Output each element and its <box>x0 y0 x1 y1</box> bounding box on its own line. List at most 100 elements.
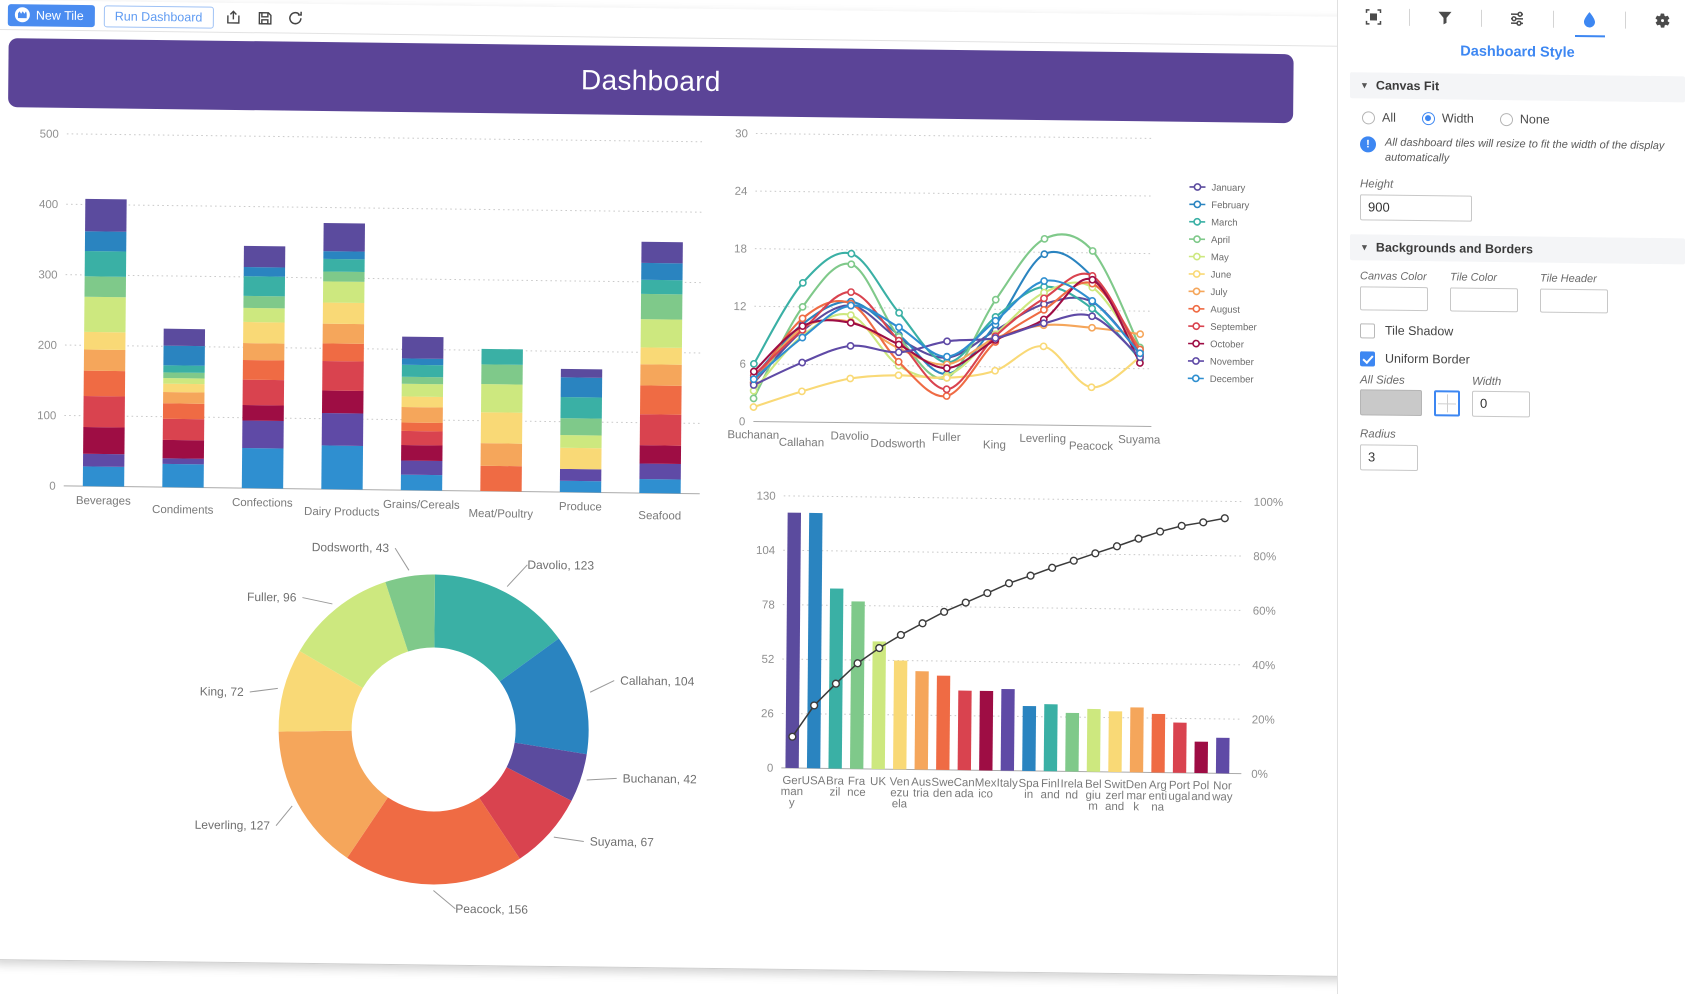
radio-canvas-fit-all[interactable]: All <box>1362 110 1396 125</box>
tile-stacked-bar-chart[interactable]: 0 100 200 300 400 500 Beverages Condiments Confe… <box>5 115 709 524</box>
panel-divider <box>1480 9 1482 27</box>
run-dashboard-button[interactable]: Run Dashboard <box>103 4 214 29</box>
bar-segment <box>400 460 443 476</box>
bar-segment <box>162 463 204 488</box>
data-point <box>942 385 951 394</box>
chart-text: 100 <box>37 410 56 422</box>
pareto-bar[interactable] <box>979 690 994 771</box>
tile-color-picker[interactable]: Tile Color <box>1450 271 1518 312</box>
pareto-bar[interactable] <box>1086 708 1101 772</box>
tile-shadow-label: Tile Shadow <box>1385 323 1454 339</box>
chart-text: zil <box>829 786 840 798</box>
border-width-input[interactable] <box>1472 390 1530 418</box>
cumulative-point <box>1026 571 1035 580</box>
chart-text: 100% <box>1254 497 1284 509</box>
radius-input[interactable] <box>1360 443 1418 471</box>
bar-segment <box>243 295 285 309</box>
bar-stack[interactable] <box>480 348 523 492</box>
bar-segment <box>84 331 126 351</box>
cumulative-point <box>961 598 970 607</box>
pareto-bar[interactable] <box>1065 712 1080 772</box>
gear-icon[interactable] <box>1649 7 1675 33</box>
chart-text: 6 <box>739 359 746 371</box>
cumulative-point <box>983 588 992 598</box>
pareto-bar[interactable] <box>1151 713 1166 773</box>
uniform-border-checkbox[interactable]: Uniform Border <box>1338 338 1697 370</box>
pareto-bar[interactable] <box>1022 705 1037 772</box>
tile-header-picker[interactable]: Tile Header <box>1540 272 1608 314</box>
chart-text: Dodsworth, 43 <box>312 540 390 555</box>
bar-stack[interactable] <box>162 328 206 488</box>
bar-stack[interactable] <box>321 222 365 490</box>
pareto-bar[interactable] <box>1000 688 1015 771</box>
canvas-color-picker[interactable]: Canvas Color <box>1360 270 1428 311</box>
pareto-bar[interactable] <box>871 641 886 770</box>
tile-color-swatch[interactable] <box>1450 287 1518 312</box>
tile-shadow-checkbox[interactable]: Tile Shadow <box>1338 310 1697 342</box>
chart-text: 40% <box>1252 660 1275 672</box>
tile-donut-chart[interactable]: Davolio, 123 Callahan, 104 Buchanan, 42 Suy… <box>122 514 746 922</box>
bar-stack[interactable] <box>400 336 444 491</box>
tile-pareto-chart[interactable]: 0 26 52 78 104 130 0% 20% 40% 60% 80% 100% Ger man y US… <box>733 467 1296 844</box>
chart-text: March <box>1211 217 1238 228</box>
pareto-bar[interactable] <box>957 690 972 771</box>
data-point <box>943 352 951 361</box>
bar-stack[interactable] <box>82 198 127 487</box>
chart-text: June <box>1211 270 1232 281</box>
tile-line-chart[interactable]: 0 6 12 18 24 30 Buchanan Callahan Davolio Dodswor… <box>711 121 1294 486</box>
chart-text: 30 <box>735 128 748 140</box>
pareto-bar[interactable] <box>1108 711 1123 773</box>
bar-segment <box>322 360 364 392</box>
new-tile-button[interactable]: New Tile <box>7 3 95 27</box>
data-point <box>1040 294 1048 303</box>
screenshot-root: New Tile Run Dashboard Dashboard 0 100 2… <box>0 0 1697 998</box>
chart-text: and <box>1105 801 1124 813</box>
pareto-bar[interactable] <box>1215 737 1230 774</box>
select-tiles-icon[interactable] <box>1360 3 1386 29</box>
pareto-bar[interactable] <box>806 512 823 769</box>
bar-segment <box>401 422 443 432</box>
cumulative-point <box>1220 514 1229 523</box>
pareto-bar[interactable] <box>785 512 802 769</box>
refresh-icon[interactable] <box>284 7 306 29</box>
chart-text: Buchanan, 42 <box>623 771 698 786</box>
all-sides-color-swatch[interactable] <box>1360 388 1422 416</box>
radio-label-width: Width <box>1441 111 1474 126</box>
chart-text: King <box>983 439 1006 451</box>
cumulative-point <box>853 659 862 668</box>
bar-stack[interactable] <box>639 241 683 494</box>
pareto-bar[interactable] <box>1129 707 1144 773</box>
pareto-bar[interactable] <box>936 675 951 770</box>
bar-segment <box>640 319 683 348</box>
data-point <box>846 318 855 327</box>
pareto-bar[interactable] <box>1043 704 1058 772</box>
bar-stack[interactable] <box>241 245 286 489</box>
radio-canvas-fit-none[interactable]: None <box>1499 112 1550 127</box>
bar-stack[interactable] <box>559 368 603 493</box>
bar-segment <box>162 439 205 459</box>
bar-segment <box>321 413 364 446</box>
radio-canvas-fit-width[interactable]: Width <box>1421 111 1474 126</box>
tile-header-swatch[interactable] <box>1540 288 1608 314</box>
cumulative-point <box>788 732 797 741</box>
chart-text: Fuller, 96 <box>247 590 297 605</box>
style-droplet-icon[interactable] <box>1577 6 1603 32</box>
chart-text: July <box>1211 287 1228 298</box>
settings-sliders-icon[interactable] <box>1505 5 1531 31</box>
save-icon[interactable] <box>253 7 275 29</box>
pareto-bar[interactable] <box>849 601 865 769</box>
canvas-color-swatch[interactable] <box>1360 285 1428 311</box>
height-label: Height <box>1360 177 1394 191</box>
pareto-bar[interactable] <box>893 660 908 770</box>
tile-header-label: Tile Header <box>1540 272 1597 285</box>
cumulative-point <box>831 679 840 688</box>
height-input[interactable] <box>1360 193 1472 222</box>
pareto-bar[interactable] <box>1194 741 1208 774</box>
pareto-bar[interactable] <box>914 671 929 770</box>
bar-segment <box>481 364 523 385</box>
pareto-bar[interactable] <box>1172 722 1187 773</box>
filter-icon[interactable] <box>1432 4 1458 30</box>
data-point <box>894 348 903 357</box>
border-sides-grid-icon[interactable] <box>1434 389 1460 417</box>
export-icon[interactable] <box>222 6 244 28</box>
